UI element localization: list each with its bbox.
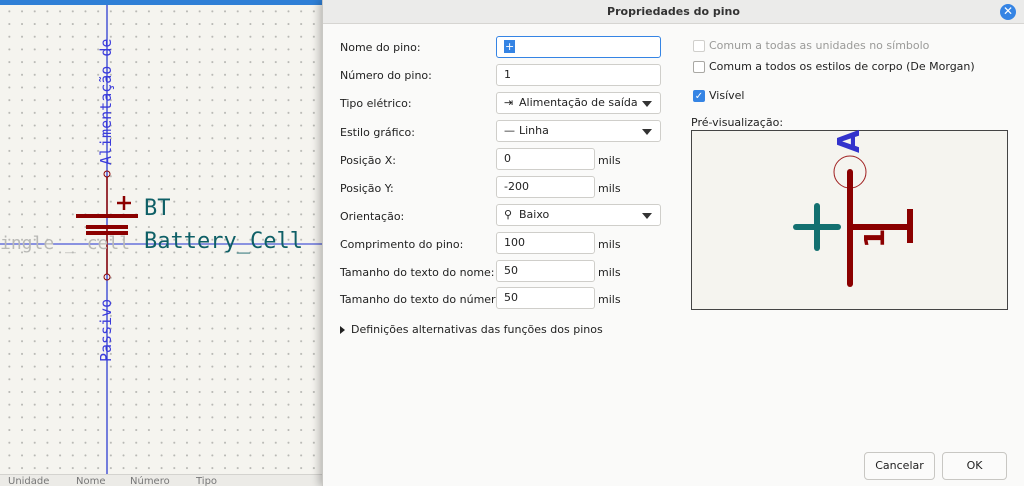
pin-name-input[interactable]: + xyxy=(496,36,661,58)
electrical-type-label: Tipo elétrico: xyxy=(340,97,412,110)
power-output-icon: ⇥ xyxy=(504,96,514,109)
status-label-name: Nome xyxy=(76,476,106,486)
name-text-size-unit: mils xyxy=(598,266,621,279)
pos-y-input[interactable]: -200 xyxy=(496,176,595,198)
dialog-title: Propriedades do pino xyxy=(607,5,740,18)
status-bar: Unidade Nome Número Tipo xyxy=(0,474,330,486)
checkbox-box xyxy=(693,39,705,52)
alternate-definitions-expander[interactable]: Definições alternativas das funções dos … xyxy=(340,323,603,336)
pin-length-unit: mils xyxy=(598,238,621,251)
electrical-type-select[interactable]: ⇥ Alimentação de saída xyxy=(496,92,661,114)
preview-drawing xyxy=(793,155,913,287)
chevron-down-icon xyxy=(642,129,652,135)
preview-label: Pré-visualização: xyxy=(691,116,784,129)
common-units-label: Comum a todas as unidades no símbolo xyxy=(709,39,930,52)
pin-name-value: + xyxy=(504,40,516,53)
graphic-style-select[interactable]: — Linha xyxy=(496,120,661,142)
pos-y-label: Posição Y: xyxy=(340,182,394,195)
pin-preview: A 1 xyxy=(691,130,1008,310)
number-text-size-label: Tamanho do texto do número: xyxy=(340,293,506,306)
electrical-type-value: Alimentação de saída xyxy=(519,96,638,109)
pos-x-unit: mils xyxy=(598,154,621,167)
pin-number-input[interactable]: 1 xyxy=(496,64,661,86)
pin-down-icon: ⚲ xyxy=(504,208,513,221)
component-value: Battery_Cell xyxy=(144,229,303,254)
preview-pin-name: A xyxy=(832,129,867,153)
orientation-value: Baixo xyxy=(519,208,550,221)
cancel-button[interactable]: Cancelar xyxy=(864,452,935,480)
pos-x-label: Posição X: xyxy=(340,154,397,167)
name-text-size-input[interactable]: 50 xyxy=(496,260,595,282)
name-text-size-label: Tamanho do texto do nome: xyxy=(340,266,495,279)
pin-length-input[interactable]: 100 xyxy=(496,232,595,254)
common-styles-label: Comum a todos os estilos de corpo (De Mo… xyxy=(709,60,975,73)
visible-label: Visível xyxy=(709,89,745,102)
pos-y-unit: mils xyxy=(598,182,621,195)
visible-checkbox[interactable]: ✓ Visível xyxy=(693,89,744,102)
common-units-checkbox[interactable]: Comum a todas as unidades no símbolo xyxy=(693,39,929,52)
pos-x-input[interactable]: 0 xyxy=(496,148,595,170)
status-label-number: Número xyxy=(130,476,170,486)
close-icon[interactable]: ✕ xyxy=(1000,4,1016,20)
pin-number-label: Número do pino: xyxy=(340,69,432,82)
checkbox-box xyxy=(693,60,705,73)
pin-name-label: Nome do pino: xyxy=(340,41,421,54)
schematic-canvas[interactable]: Alimentação de Passivo BT Battery_Cell i… xyxy=(0,0,330,486)
ok-button[interactable]: OK xyxy=(942,452,1007,480)
ghost-field-text: ingle _ cell xyxy=(0,233,131,254)
pin-length-label: Comprimento do pino: xyxy=(340,238,464,251)
chevron-down-icon xyxy=(642,213,652,219)
pin-name-top: Alimentação de xyxy=(97,38,115,165)
line-icon: — xyxy=(504,124,515,137)
orientation-label: Orientação: xyxy=(340,210,405,223)
checkmark-icon: ✓ xyxy=(693,89,705,102)
pin-name-bottom: Passivo xyxy=(97,298,115,362)
common-styles-checkbox[interactable]: Comum a todos os estilos de corpo (De Mo… xyxy=(693,60,975,73)
dialog-titlebar[interactable]: Propriedades do pino ✕ xyxy=(323,0,1024,24)
chevron-down-icon xyxy=(642,101,652,107)
status-label-unit: Unidade xyxy=(8,476,50,486)
battery-plate-short-1 xyxy=(86,225,128,229)
graphic-style-label: Estilo gráfico: xyxy=(340,126,415,139)
battery-plate-long xyxy=(76,214,138,218)
orientation-select[interactable]: ⚲ Baixo xyxy=(496,204,661,226)
preview-pin-number: 1 xyxy=(858,228,891,248)
expand-triangle-icon xyxy=(340,325,345,334)
alternate-definitions-label: Definições alternativas das funções dos … xyxy=(351,323,603,336)
number-text-size-unit: mils xyxy=(598,293,621,306)
number-text-size-input[interactable]: 50 xyxy=(496,287,595,309)
status-label-type: Tipo xyxy=(196,476,218,486)
reference-designator: BT xyxy=(144,196,171,221)
graphic-style-value: Linha xyxy=(519,124,549,137)
pin-properties-dialog: Propriedades do pino ✕ Nome do pino: Núm… xyxy=(322,0,1024,486)
